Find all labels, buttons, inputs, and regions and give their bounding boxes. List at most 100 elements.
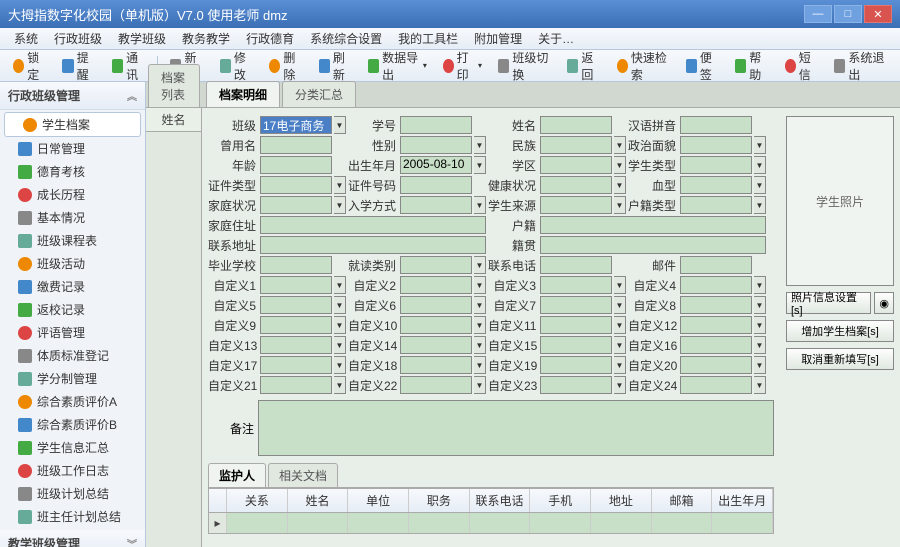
cell[interactable] — [409, 513, 470, 533]
field-input[interactable] — [260, 376, 332, 394]
dropdown-icon[interactable]: ▼ — [334, 176, 346, 194]
sidebar-item[interactable]: 评语管理 — [0, 321, 145, 344]
dropdown-icon[interactable]: ▼ — [614, 196, 626, 214]
sidebar-section[interactable]: 行政班级管理︽ — [0, 82, 145, 110]
tab-list[interactable]: 档案列表 — [148, 64, 200, 107]
dropdown-icon[interactable]: ▼ — [334, 276, 346, 294]
field-input[interactable] — [540, 316, 612, 334]
lock-button[interactable]: 锁定 — [6, 45, 53, 87]
cell[interactable] — [227, 513, 288, 533]
field-input[interactable] — [540, 276, 612, 294]
field-input[interactable] — [260, 276, 332, 294]
field-input[interactable] — [680, 316, 752, 334]
field-input[interactable] — [260, 216, 486, 234]
dropdown-icon[interactable]: ▼ — [334, 356, 346, 374]
dropdown-icon[interactable]: ▼ — [474, 276, 486, 294]
field-input[interactable] — [260, 296, 332, 314]
sidebar-section[interactable]: 教学班级管理︾ — [0, 530, 145, 547]
column-header[interactable]: 单位 — [348, 489, 409, 512]
cell[interactable] — [209, 513, 227, 533]
cell[interactable] — [288, 513, 349, 533]
column-header[interactable]: 姓名 — [288, 489, 349, 512]
sidebar-item[interactable]: 班级计划总结 — [0, 482, 145, 505]
field-input[interactable] — [680, 116, 752, 134]
dropdown-icon[interactable]: ▼ — [334, 196, 346, 214]
exit-button[interactable]: 系统退出 — [827, 45, 894, 87]
field-input[interactable] — [540, 136, 612, 154]
column-header[interactable]: 邮箱 — [652, 489, 713, 512]
field-input[interactable] — [260, 316, 332, 334]
dropdown-icon[interactable]: ▼ — [334, 336, 346, 354]
cell[interactable] — [530, 513, 591, 533]
dropdown-icon[interactable]: ▼ — [754, 136, 766, 154]
dropdown-icon[interactable]: ▼ — [614, 296, 626, 314]
field-input[interactable] — [400, 176, 472, 194]
field-input[interactable] — [260, 136, 332, 154]
sidebar-item[interactable]: 学生档案 — [4, 112, 141, 137]
cell[interactable] — [652, 513, 713, 533]
sidebar-item[interactable]: 基本情况 — [0, 206, 145, 229]
field-input[interactable] — [400, 116, 472, 134]
field-input[interactable]: 17电子商务 — [260, 116, 332, 134]
cell[interactable] — [591, 513, 652, 533]
column-header[interactable] — [209, 489, 227, 512]
back-button[interactable]: 返回 — [560, 45, 607, 87]
sidebar-item[interactable]: 体质标准登记 — [0, 344, 145, 367]
dropdown-icon[interactable]: ▼ — [754, 196, 766, 214]
remark-input[interactable] — [258, 400, 774, 456]
sidebar-item[interactable]: 学分制管理 — [0, 367, 145, 390]
chat-button[interactable]: 通讯 — [105, 45, 152, 87]
field-input[interactable] — [540, 356, 612, 374]
sidebar-item[interactable]: 德育考核 — [0, 160, 145, 183]
minimize-button[interactable]: — — [804, 5, 832, 23]
cell[interactable] — [348, 513, 409, 533]
sidebar-item[interactable]: 日常管理 — [0, 137, 145, 160]
dropdown-icon[interactable]: ▼ — [754, 176, 766, 194]
dropdown-icon[interactable]: ▼ — [334, 296, 346, 314]
field-input[interactable] — [680, 336, 752, 354]
sidebar-item[interactable]: 班级工作日志 — [0, 459, 145, 482]
help-button[interactable]: 帮助 — [728, 45, 775, 87]
cancel-rewrite-button[interactable]: 取消重新填写[s] — [786, 348, 894, 370]
field-input[interactable] — [680, 136, 752, 154]
field-input[interactable] — [400, 376, 472, 394]
dropdown-icon[interactable]: ▼ — [474, 196, 486, 214]
field-input[interactable] — [680, 376, 752, 394]
field-input[interactable] — [540, 156, 612, 174]
dropdown-icon[interactable]: ▼ — [474, 356, 486, 374]
note-button[interactable]: 便签 — [679, 45, 726, 87]
dropdown-icon[interactable]: ▼ — [614, 356, 626, 374]
sidebar-item[interactable]: 返校记录 — [0, 298, 145, 321]
switch-button[interactable]: 班级切换 — [491, 45, 558, 87]
sidebar-item[interactable]: 班级课程表 — [0, 229, 145, 252]
close-button[interactable]: ✕ — [864, 5, 892, 23]
dropdown-icon[interactable]: ▼ — [614, 376, 626, 394]
dropdown-icon[interactable]: ▼ — [754, 156, 766, 174]
bell-button[interactable]: 提醒 — [55, 45, 102, 87]
field-input[interactable] — [400, 196, 472, 214]
field-input[interactable] — [400, 356, 472, 374]
dropdown-icon[interactable]: ▼ — [474, 336, 486, 354]
dropdown-icon[interactable]: ▼ — [614, 276, 626, 294]
cell[interactable] — [470, 513, 531, 533]
column-header[interactable]: 手机 — [530, 489, 591, 512]
sidebar-item[interactable]: 班级活动 — [0, 252, 145, 275]
dropdown-icon[interactable]: ▼ — [334, 376, 346, 394]
field-input[interactable] — [540, 336, 612, 354]
dropdown-icon[interactable]: ▼ — [614, 156, 626, 174]
sidebar-item[interactable]: 学生信息汇总 — [0, 436, 145, 459]
field-input[interactable] — [400, 256, 472, 274]
field-input[interactable] — [260, 236, 486, 254]
field-input[interactable] — [260, 176, 332, 194]
field-input[interactable] — [400, 336, 472, 354]
dropdown-icon[interactable]: ▼ — [754, 376, 766, 394]
field-input[interactable] — [540, 256, 612, 274]
sidebar-item[interactable]: 综合素质评价A — [0, 390, 145, 413]
column-header[interactable]: 联系电话 — [470, 489, 531, 512]
field-input[interactable] — [680, 356, 752, 374]
add-student-button[interactable]: 增加学生档案[s] — [786, 320, 894, 342]
sms-button[interactable]: 短信 — [778, 45, 825, 87]
table-row[interactable] — [209, 513, 773, 533]
field-input[interactable] — [540, 116, 612, 134]
field-input[interactable] — [540, 376, 612, 394]
